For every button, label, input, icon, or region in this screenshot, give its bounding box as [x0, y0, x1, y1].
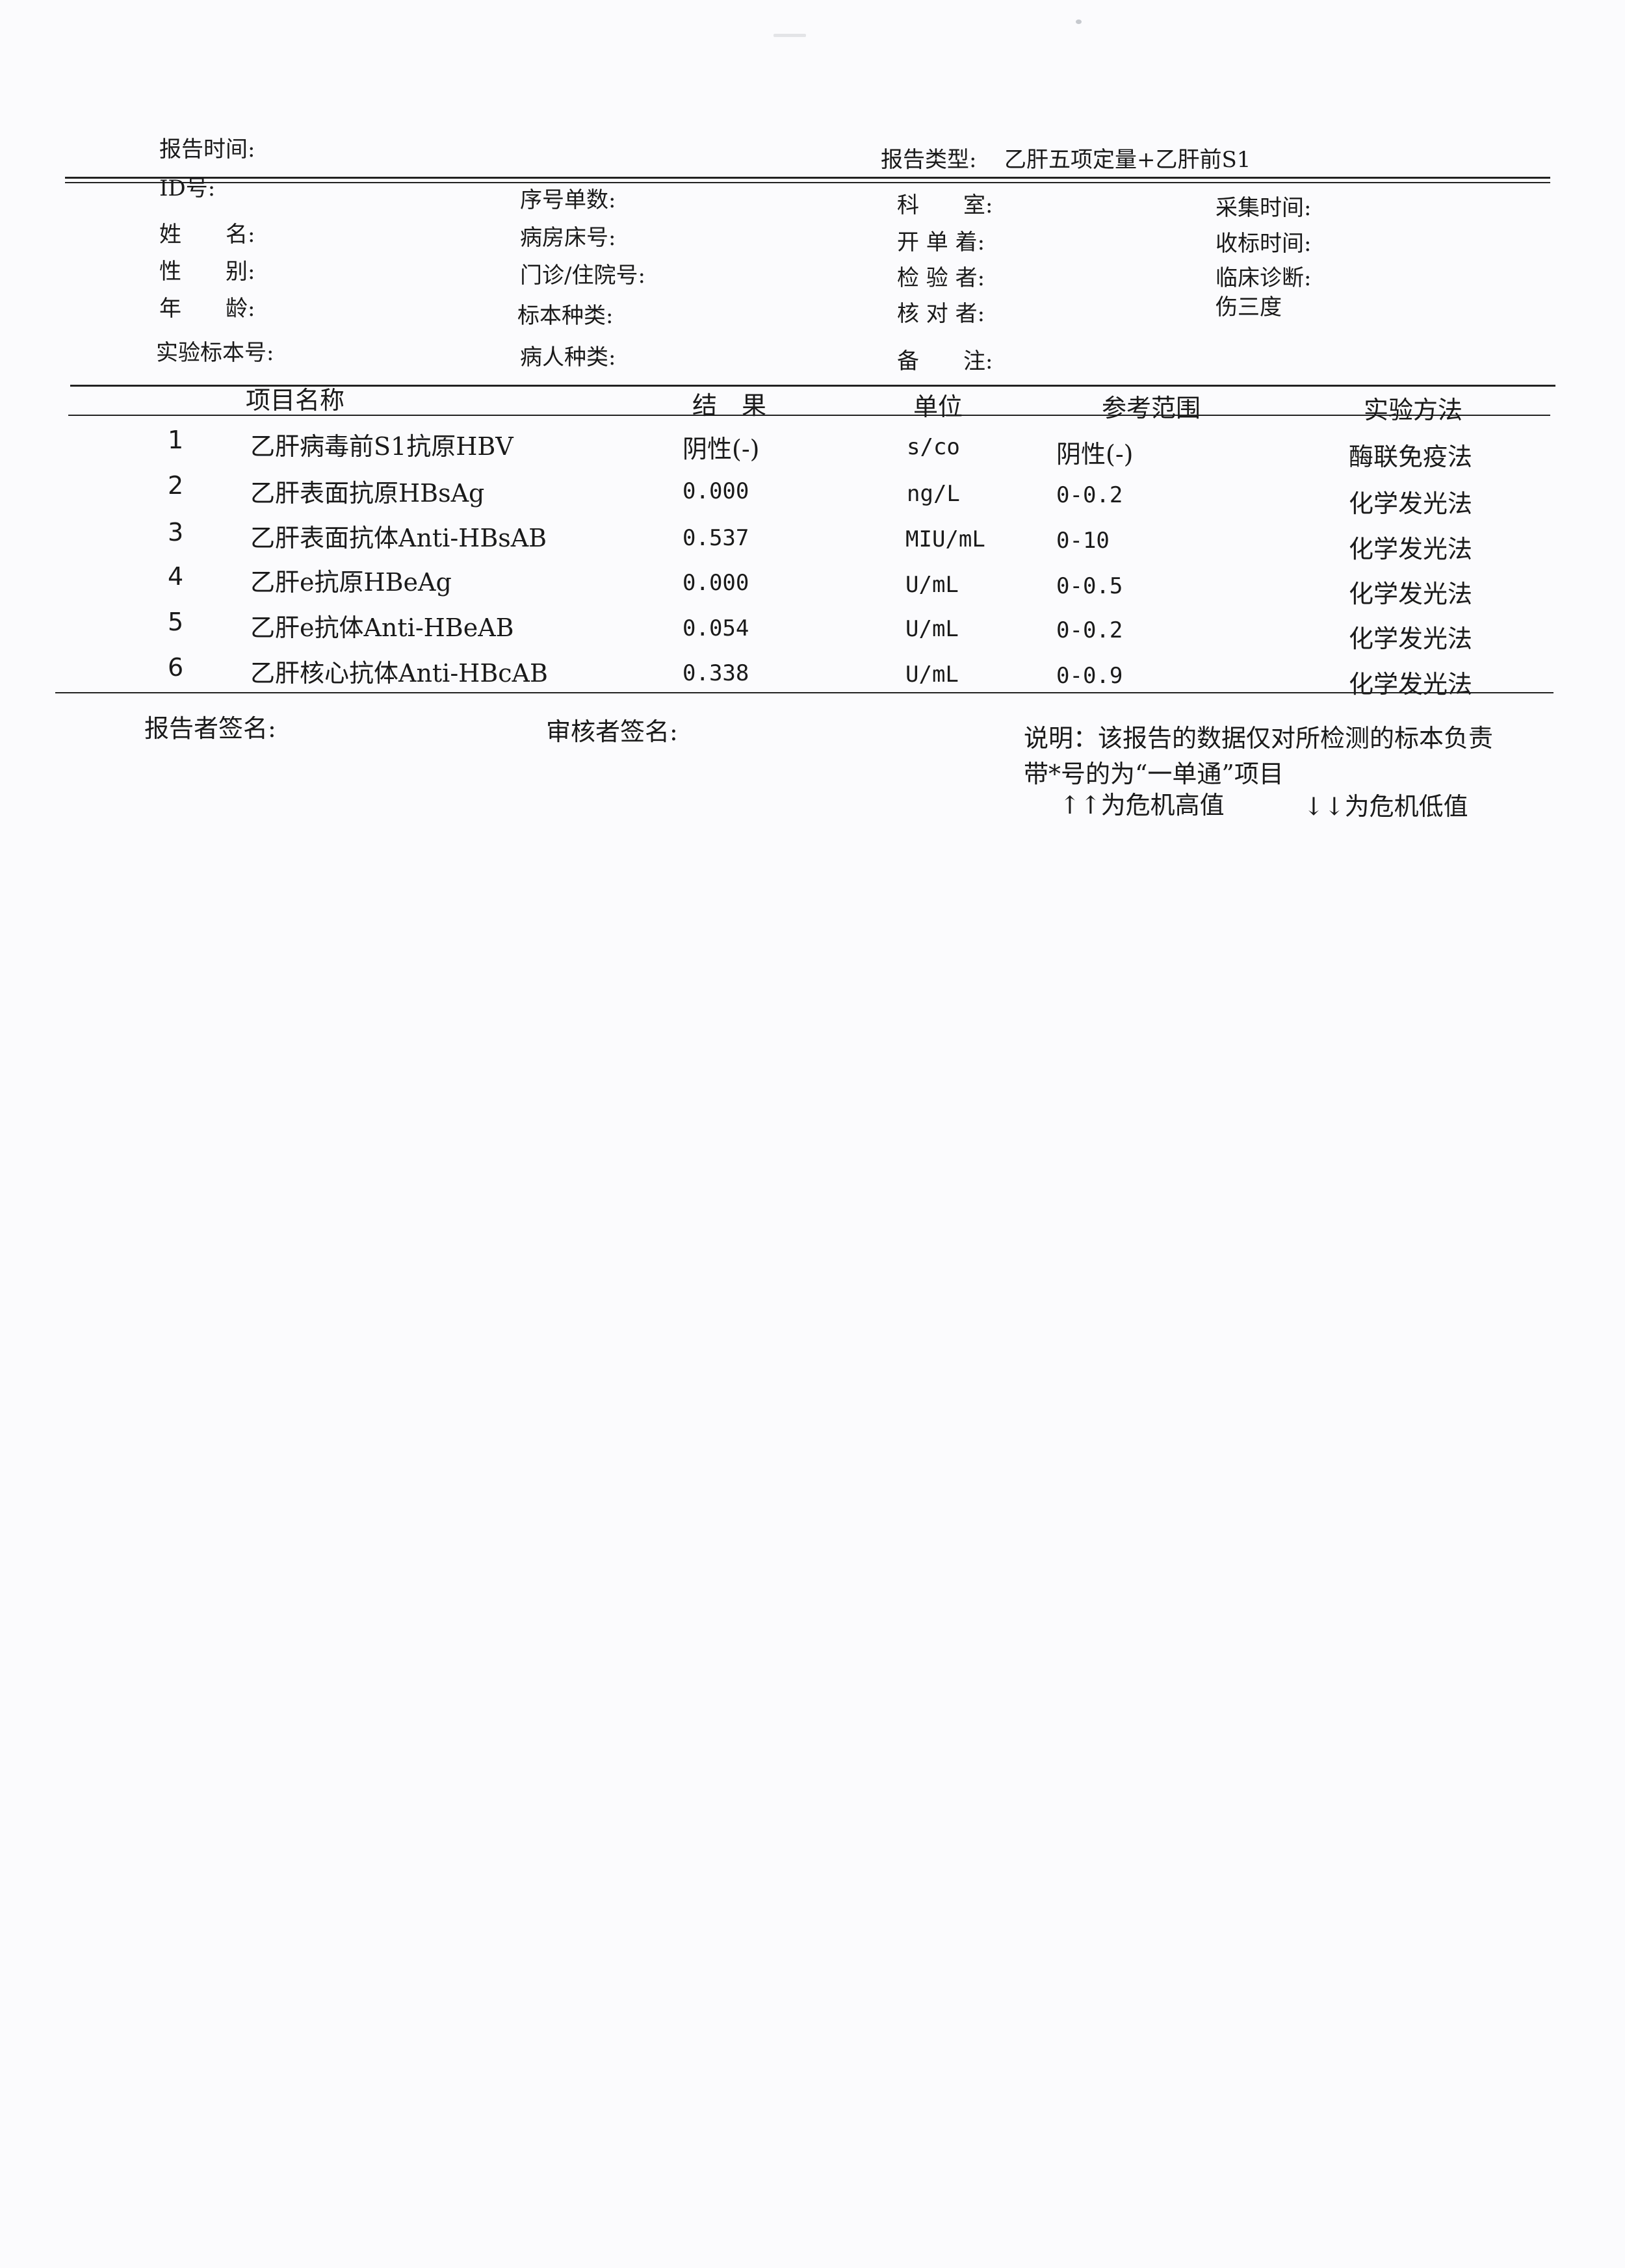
row-result: 0.054 [682, 615, 749, 641]
row-item-name: 乙肝病毒前S1抗原HBV [250, 432, 514, 461]
name-label: 姓 名: [159, 222, 255, 248]
header-reference: 参考范围 [1102, 394, 1201, 422]
specimen-type-label: 标本种类: [517, 303, 614, 329]
row-result: 0.000 [682, 570, 749, 596]
row-number: 1 [168, 426, 184, 454]
scan-speck [1076, 19, 1082, 24]
row-unit: U/mL [905, 616, 959, 642]
header-rule-top [65, 177, 1550, 179]
row-result: 0.537 [682, 525, 749, 551]
table-bottom-rule [55, 692, 1554, 693]
row-number: 2 [168, 471, 184, 500]
report-type-label: 报告类型: [881, 147, 977, 173]
report-time-label: 报告时间: [159, 136, 255, 162]
row-number: 6 [168, 653, 184, 682]
row-item-name: 乙肝e抗体Anti-HBeAB [250, 613, 514, 642]
header-item-name: 项目名称 [246, 386, 345, 415]
row-number: 4 [168, 562, 184, 591]
row-unit: U/mL [905, 572, 959, 598]
reporter-sign-label: 报告者签名: [144, 714, 276, 743]
collect-time-label: 采集时间: [1216, 195, 1312, 221]
clinic-label: 门诊/住院号: [520, 263, 645, 289]
row-reference: 0-0.2 [1056, 482, 1123, 508]
serial-label: 序号单数: [520, 187, 616, 213]
scan-speck [774, 34, 806, 37]
row-unit: ng/L [907, 481, 960, 507]
row-method: 化学发光法 [1349, 670, 1473, 699]
reviewer-sign-label: 审核者签名: [546, 717, 678, 746]
department-label: 科 室: [897, 192, 993, 218]
header-result: 结 果 [692, 391, 767, 420]
header-unit: 单位 [913, 393, 963, 421]
row-method: 化学发光法 [1349, 535, 1473, 563]
diagnosis-label: 临床诊断: [1216, 265, 1312, 291]
age-label: 年 龄: [159, 296, 255, 322]
row-item-name: 乙肝表面抗体Anti-HBsAB [250, 524, 547, 552]
row-reference: 0-0.5 [1056, 573, 1123, 599]
footer-note-line2: 带*号的为“一单通”项目 [1024, 760, 1284, 788]
row-unit: U/mL [905, 662, 959, 688]
row-method: 化学发光法 [1349, 489, 1473, 518]
receive-time-label: 收标时间: [1216, 231, 1312, 257]
critical-low-note: ↓↓为危机低值 [1303, 792, 1468, 821]
row-reference: 0-0.2 [1056, 617, 1123, 643]
diagnosis-value: 伤三度 [1216, 294, 1282, 320]
row-unit: MIU/mL [905, 526, 985, 552]
bed-label: 病房床号: [520, 225, 616, 251]
ordered-by-label: 开 单 着: [897, 229, 985, 255]
patient-type-label: 病人种类: [520, 344, 616, 370]
row-method: 酶联免疫法 [1349, 443, 1473, 471]
header-method: 实验方法 [1364, 396, 1463, 424]
row-number: 5 [168, 608, 184, 636]
row-reference: 阴性(-) [1056, 440, 1134, 469]
row-item-name: 乙肝e抗原HBeAg [250, 568, 452, 597]
row-item-name: 乙肝表面抗原HBsAg [250, 479, 485, 508]
row-result: 0.338 [682, 660, 749, 686]
row-item-name: 乙肝核心抗体Anti-HBcAB [250, 659, 548, 688]
header-rule-bottom [65, 182, 1550, 183]
row-unit: s/co [907, 434, 960, 460]
footer-note-line1: 说明：该报告的数据仅对所检测的标本负责 [1024, 724, 1494, 753]
row-reference: 0-10 [1056, 528, 1110, 554]
id-label: ID号: [159, 175, 216, 201]
row-reference: 0-0.9 [1056, 663, 1123, 689]
checked-by-label: 核 对 者: [897, 301, 985, 327]
report-type-value: 乙肝五项定量+乙肝前S1 [1004, 147, 1251, 173]
tested-by-label: 检 验 者: [897, 265, 985, 291]
gender-label: 性 别: [159, 259, 255, 285]
remark-label: 备 注: [897, 348, 993, 374]
row-result: 0.000 [682, 478, 749, 504]
row-method: 化学发光法 [1349, 580, 1473, 608]
row-method: 化学发光法 [1349, 625, 1473, 653]
sample-no-label: 实验标本号: [156, 340, 274, 366]
critical-high-note: ↑↑为危机高值 [1060, 791, 1225, 819]
row-number: 3 [168, 518, 184, 547]
row-result: 阴性(-) [682, 435, 760, 463]
